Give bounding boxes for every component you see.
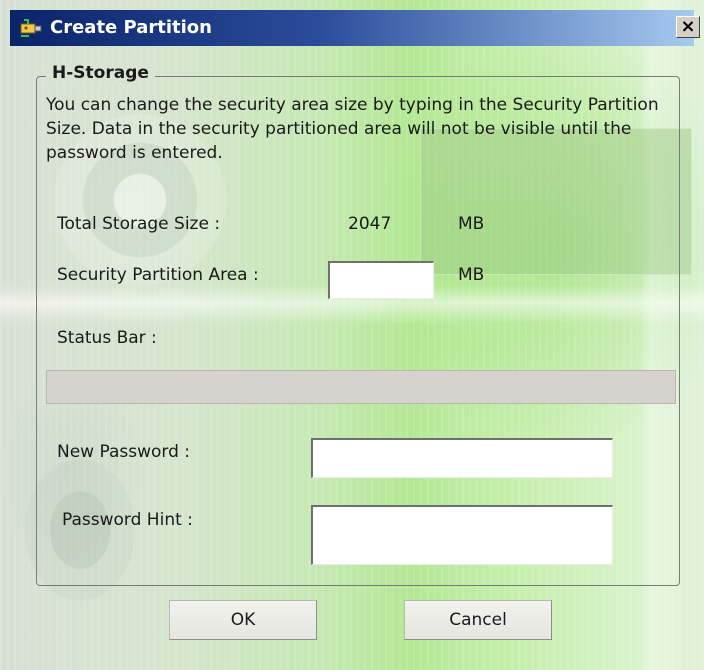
total-storage-label: Total Storage Size : [57,214,221,234]
create-partition-dialog: Create Partition × H-Storage You can cha… [0,0,704,670]
new-password-label: New Password : [57,442,191,462]
total-storage-value: 2047 [348,214,392,234]
password-hint-label: Password Hint : [62,510,193,530]
new-password-input[interactable] [311,438,613,478]
security-partition-unit: MB [458,265,485,285]
title-bar[interactable]: Create Partition [10,10,694,46]
usb-drive-icon [18,16,44,40]
status-bar-label: Status Bar : [57,328,157,348]
groupbox-legend: H-Storage [46,63,155,83]
security-partition-input[interactable] [328,261,434,299]
ok-button[interactable]: OK [169,600,317,640]
instruction-text: You can change the security area size by… [46,95,659,163]
security-partition-label: Security Partition Area : [57,265,259,285]
status-progress-bar [46,370,676,404]
total-storage-unit: MB [458,214,485,234]
cancel-button[interactable]: Cancel [404,600,552,640]
close-button[interactable]: × [676,16,700,38]
window-title: Create Partition [50,17,212,38]
password-hint-input[interactable] [311,505,613,565]
